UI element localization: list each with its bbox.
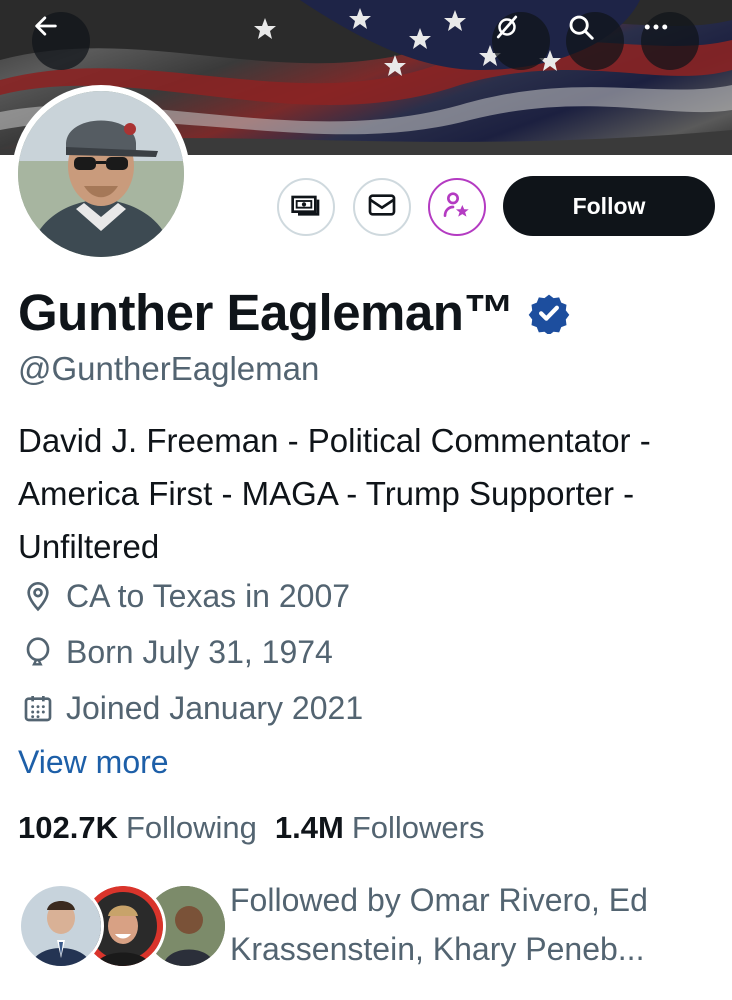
joined-text: Joined January 2021 bbox=[66, 689, 364, 726]
notifications-button[interactable] bbox=[492, 12, 550, 70]
joined-row: Joined January 2021 bbox=[18, 688, 363, 728]
followed-by-text[interactable]: Followed by Omar Rivero, Ed Krassenstein… bbox=[230, 876, 720, 974]
profile-display-name: Gunther Eagleman™ bbox=[18, 283, 570, 342]
followers-label[interactable]: Followers bbox=[352, 810, 485, 846]
location-row: CA to Texas in 2007 bbox=[18, 576, 350, 616]
calendar-icon bbox=[18, 688, 58, 728]
money-icon bbox=[290, 189, 322, 226]
follow-stats: 102.7K Following 1.4M Followers bbox=[18, 810, 503, 846]
envelope-icon bbox=[366, 189, 398, 226]
display-name-text: Gunther Eagleman™ bbox=[18, 284, 514, 341]
profile-handle: @GuntherEagleman bbox=[18, 350, 320, 387]
profile-avatar[interactable] bbox=[12, 85, 190, 263]
avatar bbox=[18, 883, 104, 969]
avatar-photo bbox=[18, 91, 184, 257]
more-button[interactable] bbox=[641, 12, 699, 70]
back-button[interactable] bbox=[32, 12, 90, 70]
view-more-link[interactable]: View more bbox=[18, 744, 169, 781]
verified-badge-icon[interactable] bbox=[528, 292, 570, 334]
tip-button[interactable] bbox=[277, 178, 335, 236]
location-pin-icon bbox=[18, 576, 58, 616]
profile-bio: David J. Freeman - Political Commentator… bbox=[18, 422, 651, 565]
subscribe-button[interactable] bbox=[428, 178, 486, 236]
location-text: CA to Texas in 2007 bbox=[66, 577, 351, 614]
followed-by-avatars[interactable] bbox=[18, 883, 228, 971]
following-count[interactable]: 102.7K bbox=[18, 810, 118, 846]
balloon-icon bbox=[18, 632, 58, 672]
person-star-icon bbox=[441, 189, 473, 226]
following-label[interactable]: Following bbox=[126, 810, 257, 846]
birthday-row: Born July 31, 1974 bbox=[18, 632, 333, 672]
search-button[interactable] bbox=[566, 12, 624, 70]
follow-button[interactable]: Follow bbox=[503, 176, 715, 236]
birthday-text: Born July 31, 1974 bbox=[66, 633, 333, 670]
followers-count[interactable]: 1.4M bbox=[275, 810, 344, 846]
message-button[interactable] bbox=[353, 178, 411, 236]
